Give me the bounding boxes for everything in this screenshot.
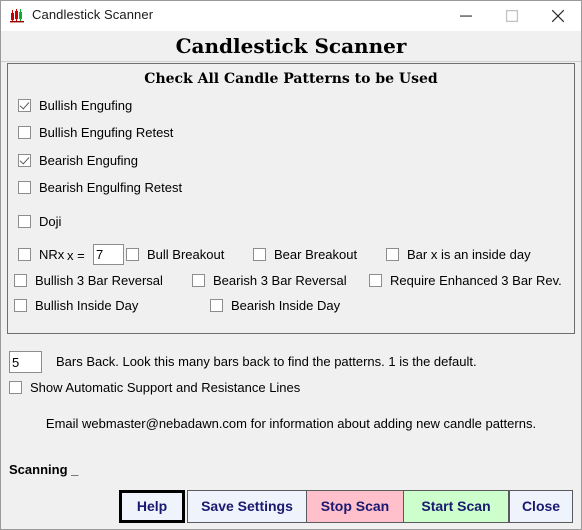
title-bar: Candlestick Scanner bbox=[1, 1, 581, 32]
checkbox-label: Doji bbox=[39, 214, 62, 229]
bars-back-input[interactable] bbox=[9, 351, 42, 373]
application-window: Candlestick Scanner Candlestick Scanner … bbox=[0, 0, 582, 530]
checkbox-bar-x-inside-day[interactable]: Bar x is an inside day bbox=[386, 246, 531, 263]
status-text: Scanning _ bbox=[9, 462, 79, 477]
bars-back-description: Bars Back. Look this many bars back to f… bbox=[56, 354, 477, 369]
checkbox-box[interactable] bbox=[18, 248, 31, 261]
app-header: Candlestick Scanner bbox=[1, 31, 581, 62]
checkbox-bearish-3-bar-reversal[interactable]: Bearish 3 Bar Reversal bbox=[192, 272, 347, 289]
save-settings-button[interactable]: Save Settings bbox=[187, 490, 307, 523]
checkbox-bullish-inside-day[interactable]: Bullish Inside Day bbox=[14, 297, 138, 314]
checkbox-box[interactable] bbox=[18, 215, 31, 228]
checkbox-box[interactable] bbox=[14, 274, 27, 287]
checkbox-label: Bearish Inside Day bbox=[231, 298, 341, 313]
help-button[interactable]: Help bbox=[119, 490, 185, 523]
close-icon[interactable] bbox=[535, 1, 581, 30]
checkbox-box[interactable] bbox=[18, 154, 31, 167]
contact-info-text: Email webmaster@nebadawn.com for informa… bbox=[45, 416, 537, 431]
checkbox-box[interactable] bbox=[18, 181, 31, 194]
checkbox-box[interactable] bbox=[14, 299, 27, 312]
candle-patterns-group: Check All Candle Patterns to be Used Bul… bbox=[7, 63, 575, 334]
checkbox-label: Bearish Engulfing Retest bbox=[39, 180, 183, 195]
checkbox-bearish-inside-day[interactable]: Bearish Inside Day bbox=[210, 297, 340, 314]
checkbox-nrx[interactable]: NRx bbox=[18, 246, 64, 263]
checkbox-require-enhanced-3-bar-rev[interactable]: Require Enhanced 3 Bar Rev. bbox=[369, 272, 562, 289]
checkbox-label: Bearish Engufing bbox=[39, 153, 139, 168]
checkbox-doji[interactable]: Doji bbox=[18, 213, 61, 230]
candlestick-chart-icon bbox=[9, 8, 26, 25]
checkbox-label: Bullish Engufing Retest bbox=[39, 125, 174, 140]
main-content: Check All Candle Patterns to be Used Bul… bbox=[1, 62, 581, 529]
checkbox-bearish-engulfing[interactable]: Bearish Engufing bbox=[18, 152, 138, 169]
checkbox-label: Bullish Inside Day bbox=[35, 298, 139, 313]
minimize-icon[interactable] bbox=[443, 1, 489, 30]
checkbox-label: Bull Breakout bbox=[147, 247, 225, 262]
checkbox-label: Bearish 3 Bar Reversal bbox=[213, 273, 347, 288]
checkbox-box[interactable] bbox=[192, 274, 205, 287]
checkbox-label: Bar x is an inside day bbox=[407, 247, 531, 262]
checkbox-label: NRx bbox=[39, 247, 65, 262]
nrx-x-input[interactable] bbox=[93, 244, 124, 265]
checkbox-bullish-3-bar-reversal[interactable]: Bullish 3 Bar Reversal bbox=[14, 272, 163, 289]
checkbox-box[interactable] bbox=[210, 299, 223, 312]
nrx-x-label: x = bbox=[67, 248, 85, 263]
checkbox-box[interactable] bbox=[386, 248, 399, 261]
window-title: Candlestick Scanner bbox=[32, 7, 154, 22]
checkbox-label: Show Automatic Support and Resistance Li… bbox=[30, 380, 301, 395]
stop-scan-button[interactable]: Stop Scan bbox=[306, 490, 404, 523]
maximize-icon[interactable] bbox=[489, 1, 535, 30]
checkbox-bullish-engulfing-retest[interactable]: Bullish Engufing Retest bbox=[18, 124, 173, 141]
checkbox-box[interactable] bbox=[18, 99, 31, 112]
checkbox-bullish-engulfing[interactable]: Bullish Engufing bbox=[18, 97, 132, 114]
checkbox-label: Bullish Engufing bbox=[39, 98, 133, 113]
group-title: Check All Candle Patterns to be Used bbox=[144, 71, 438, 87]
checkbox-label: Bear Breakout bbox=[274, 247, 358, 262]
checkbox-label: Bullish 3 Bar Reversal bbox=[35, 273, 163, 288]
checkbox-box[interactable] bbox=[9, 381, 22, 394]
checkbox-bearish-engulfing-retest[interactable]: Bearish Engulfing Retest bbox=[18, 179, 182, 196]
button-bar: Help Save Settings Stop Scan Start Scan … bbox=[1, 490, 581, 526]
checkbox-show-support-resistance[interactable]: Show Automatic Support and Resistance Li… bbox=[9, 379, 300, 396]
checkbox-bear-breakout[interactable]: Bear Breakout bbox=[253, 246, 357, 263]
close-button[interactable]: Close bbox=[509, 490, 573, 523]
checkbox-box[interactable] bbox=[18, 126, 31, 139]
checkbox-bull-breakout[interactable]: Bull Breakout bbox=[126, 246, 224, 263]
checkbox-box[interactable] bbox=[253, 248, 266, 261]
page-title: Candlestick Scanner bbox=[175, 34, 407, 58]
checkbox-label: Require Enhanced 3 Bar Rev. bbox=[390, 273, 562, 288]
checkbox-box[interactable] bbox=[369, 274, 382, 287]
start-scan-button[interactable]: Start Scan bbox=[403, 490, 509, 523]
checkbox-box[interactable] bbox=[126, 248, 139, 261]
